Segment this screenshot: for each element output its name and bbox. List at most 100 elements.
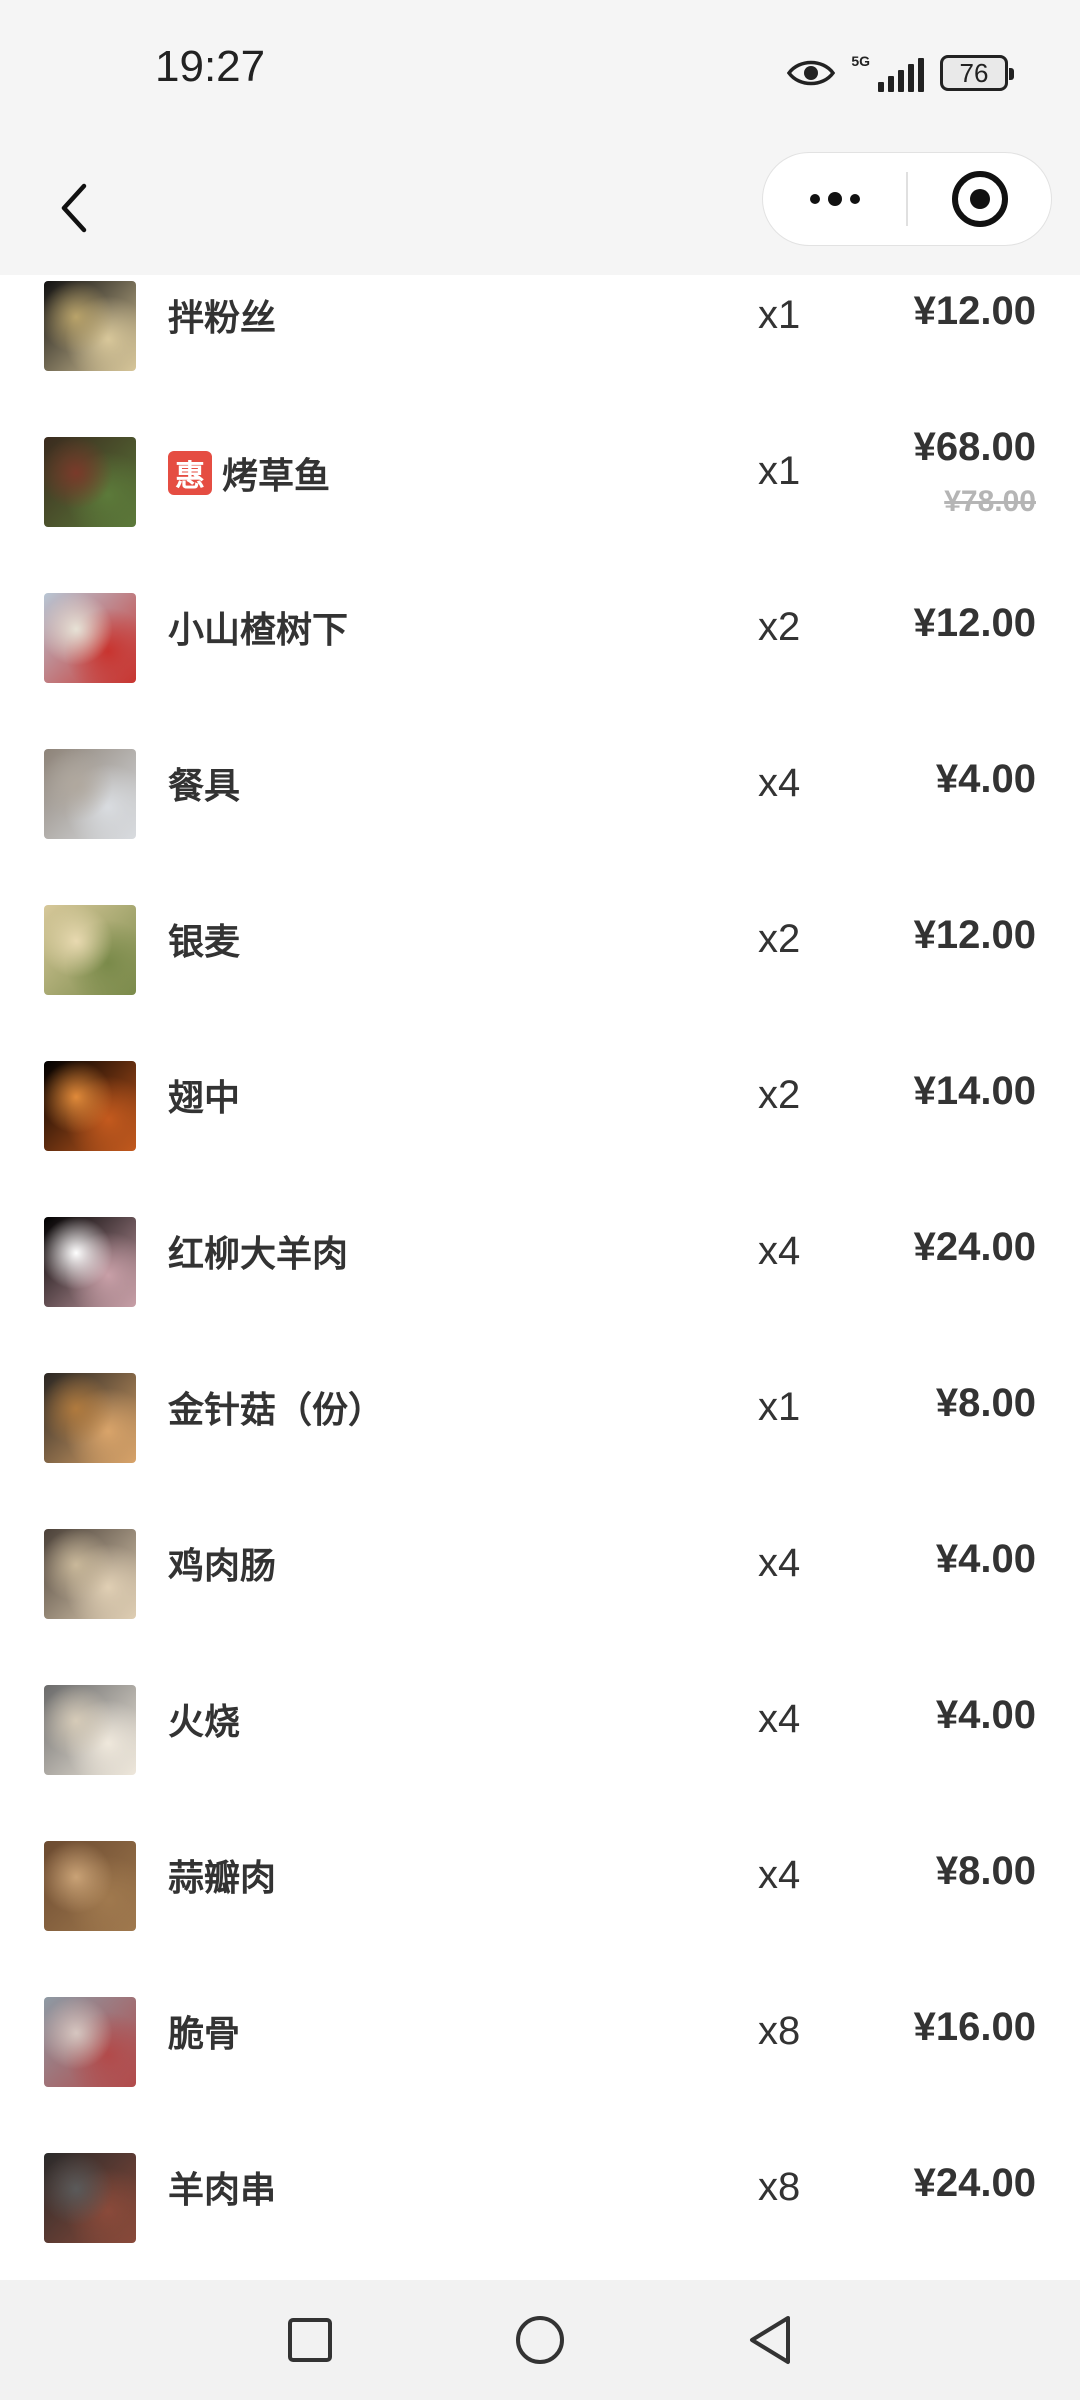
order-item[interactable]: 鸡肉肠 x4 ¥4.00 bbox=[0, 1501, 1080, 1657]
item-name: 惠烤草鱼 bbox=[168, 447, 330, 499]
order-item[interactable]: 红柳大羊肉 x4 ¥24.00 bbox=[0, 1189, 1080, 1345]
item-name-text: 鸡肉肠 bbox=[168, 1545, 277, 1586]
item-original-price: ¥78.00 bbox=[944, 485, 1036, 518]
item-quantity: x1 bbox=[758, 1385, 801, 1429]
order-item[interactable]: 蒜瓣肉 x4 ¥8.00 bbox=[0, 1813, 1080, 1969]
item-thumbnail bbox=[44, 1373, 136, 1463]
item-name-text: 金针菇（份） bbox=[168, 1389, 385, 1430]
item-name-text: 拌粉丝 bbox=[168, 297, 277, 338]
order-item[interactable]: 金针菇（份） x1 ¥8.00 bbox=[0, 1345, 1080, 1501]
battery-level: 76 bbox=[959, 57, 989, 88]
order-item[interactable]: 惠烤草鱼 x1 ¥68.00 ¥78.00 bbox=[0, 409, 1080, 565]
item-price: ¥4.00 bbox=[935, 757, 1036, 801]
item-thumbnail bbox=[44, 905, 136, 995]
item-thumbnail bbox=[44, 1841, 136, 1931]
item-price: ¥8.00 bbox=[935, 1381, 1036, 1425]
order-item-list[interactable]: 拌粉丝 x1 ¥12.00 惠烤草鱼 x1 ¥68.00 ¥78.00 小山楂树下 x2 ¥12.… bbox=[0, 275, 1080, 2280]
item-name-text: 火烧 bbox=[168, 1701, 241, 1742]
item-thumbnail bbox=[44, 749, 136, 839]
item-quantity: x2 bbox=[758, 1073, 801, 1117]
item-name-text: 翅中 bbox=[168, 1077, 241, 1118]
item-name: 小山楂树下 bbox=[168, 601, 348, 653]
item-name: 金针菇（份） bbox=[168, 1381, 384, 1433]
item-name-text: 羊肉串 bbox=[168, 2169, 277, 2210]
item-price: ¥68.00 bbox=[913, 425, 1036, 469]
mini-program-capsule bbox=[762, 152, 1052, 246]
order-item[interactable]: 羊肉串 x8 ¥24.00 bbox=[0, 2125, 1080, 2280]
item-price: ¥12.00 bbox=[913, 601, 1036, 645]
item-thumbnail bbox=[44, 1997, 136, 2087]
order-item[interactable]: 翅中 x2 ¥14.00 bbox=[0, 1033, 1080, 1189]
item-thumbnail bbox=[44, 281, 136, 371]
item-name: 拌粉丝 bbox=[168, 289, 276, 341]
system-back-button[interactable] bbox=[740, 2310, 800, 2370]
item-quantity: x2 bbox=[758, 917, 801, 961]
item-price: ¥16.00 bbox=[913, 2005, 1036, 2049]
item-name-text: 脆骨 bbox=[168, 2013, 241, 2054]
signal-icon: 5G bbox=[851, 54, 924, 92]
item-name: 银麦 bbox=[168, 913, 240, 965]
item-thumbnail bbox=[44, 1529, 136, 1619]
status-bar: 19:27 5G 76 bbox=[0, 0, 1080, 140]
discount-badge: 惠 bbox=[168, 451, 212, 495]
item-name-text: 餐具 bbox=[168, 765, 241, 806]
item-name: 羊肉串 bbox=[168, 2161, 276, 2213]
item-quantity: x1 bbox=[758, 449, 801, 493]
order-item[interactable]: 脆骨 x8 ¥16.00 bbox=[0, 1969, 1080, 2125]
item-price: ¥4.00 bbox=[935, 1537, 1036, 1581]
item-quantity: x8 bbox=[758, 2009, 801, 2053]
system-nav-bar bbox=[0, 2280, 1080, 2400]
order-item[interactable]: 银麦 x2 ¥12.00 bbox=[0, 877, 1080, 1033]
item-price: ¥12.00 bbox=[913, 289, 1036, 333]
item-price: ¥24.00 bbox=[913, 2161, 1036, 2205]
more-button[interactable] bbox=[763, 153, 906, 245]
item-thumbnail bbox=[44, 1685, 136, 1775]
status-time: 19:27 bbox=[155, 42, 266, 91]
item-name: 鸡肉肠 bbox=[168, 1537, 276, 1589]
back-button[interactable] bbox=[38, 168, 108, 248]
item-price: ¥12.00 bbox=[913, 913, 1036, 957]
item-name: 火烧 bbox=[168, 1693, 240, 1745]
circle-icon bbox=[516, 2316, 564, 2364]
item-price: ¥4.00 bbox=[935, 1693, 1036, 1737]
item-price: ¥14.00 bbox=[913, 1069, 1036, 1113]
item-quantity: x8 bbox=[758, 2165, 801, 2209]
item-thumbnail bbox=[44, 1061, 136, 1151]
status-icons: 5G 76 bbox=[787, 48, 1014, 98]
close-button[interactable] bbox=[908, 153, 1051, 245]
item-quantity: x4 bbox=[758, 1541, 801, 1585]
item-thumbnail bbox=[44, 1217, 136, 1307]
recents-button[interactable] bbox=[280, 2310, 340, 2370]
item-quantity: x4 bbox=[758, 761, 801, 805]
item-name: 蒜瓣肉 bbox=[168, 1849, 276, 1901]
item-name-text: 银麦 bbox=[168, 921, 241, 962]
home-button[interactable] bbox=[510, 2310, 570, 2370]
square-icon bbox=[288, 2318, 332, 2362]
item-quantity: x4 bbox=[758, 1229, 801, 1273]
item-thumbnail bbox=[44, 437, 136, 527]
battery-icon: 76 bbox=[940, 55, 1014, 91]
item-name: 翅中 bbox=[168, 1069, 240, 1121]
item-name-text: 蒜瓣肉 bbox=[168, 1857, 277, 1898]
item-quantity: x1 bbox=[758, 293, 801, 337]
target-circle-icon bbox=[951, 171, 1008, 227]
item-name-text: 红柳大羊肉 bbox=[168, 1233, 349, 1274]
more-dots-icon bbox=[809, 192, 860, 206]
item-quantity: x4 bbox=[758, 1853, 801, 1897]
item-name: 红柳大羊肉 bbox=[168, 1225, 348, 1277]
item-quantity: x2 bbox=[758, 605, 801, 649]
triangle-back-icon bbox=[750, 2316, 790, 2364]
item-price: ¥24.00 bbox=[913, 1225, 1036, 1269]
order-item[interactable]: 拌粉丝 x1 ¥12.00 bbox=[0, 275, 1080, 409]
eye-icon bbox=[787, 57, 836, 89]
item-name-text: 烤草鱼 bbox=[222, 455, 331, 496]
item-thumbnail bbox=[44, 593, 136, 683]
network-type: 5G bbox=[851, 53, 870, 69]
item-quantity: x4 bbox=[758, 1697, 801, 1741]
order-item[interactable]: 小山楂树下 x2 ¥12.00 bbox=[0, 565, 1080, 721]
item-name: 脆骨 bbox=[168, 2005, 240, 2057]
order-item[interactable]: 餐具 x4 ¥4.00 bbox=[0, 721, 1080, 877]
order-item[interactable]: 火烧 x4 ¥4.00 bbox=[0, 1657, 1080, 1813]
item-name: 餐具 bbox=[168, 757, 240, 809]
item-name-text: 小山楂树下 bbox=[168, 609, 349, 650]
